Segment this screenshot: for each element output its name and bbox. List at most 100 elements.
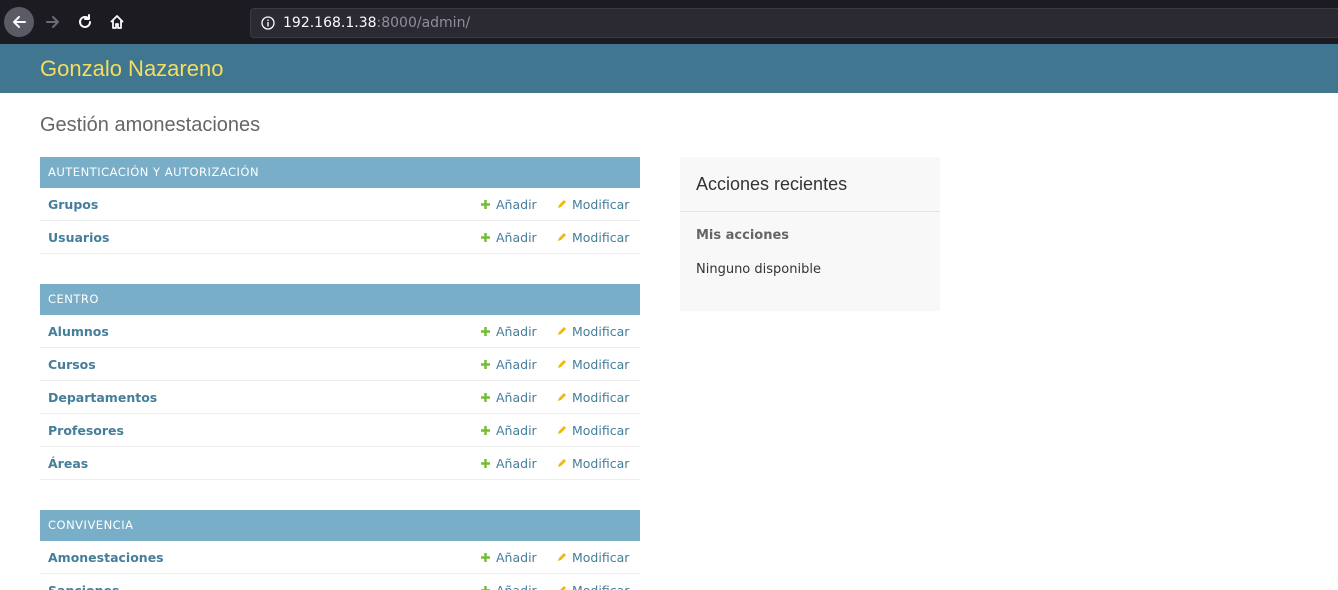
model-link[interactable]: Sanciones: [48, 583, 119, 590]
add-button[interactable]: Añadir: [480, 550, 537, 565]
add-label: Añadir: [496, 423, 537, 438]
model-link[interactable]: Amonestaciones: [48, 550, 164, 565]
add-button[interactable]: Añadir: [480, 423, 537, 438]
forward-button[interactable]: [38, 7, 68, 37]
recent-actions-panel: Acciones recientes Mis acciones Ninguno …: [680, 157, 940, 311]
plus-icon: [481, 586, 490, 590]
no-actions-text: Ninguno disponible: [696, 262, 821, 277]
arrow-left-icon: [13, 16, 26, 28]
add-button[interactable]: Añadir: [480, 197, 537, 212]
add-label: Añadir: [496, 197, 537, 212]
arrow-right-icon: [46, 16, 59, 28]
change-label: Modificar: [572, 324, 630, 339]
change-button[interactable]: Modificar: [556, 324, 629, 339]
back-button[interactable]: [4, 7, 34, 37]
info-icon[interactable]: [261, 16, 275, 30]
add-button[interactable]: Añadir: [480, 456, 537, 471]
change-button[interactable]: Modificar: [556, 390, 629, 405]
module-caption[interactable]: Convivencia: [40, 510, 640, 541]
add-label: Añadir: [496, 357, 537, 372]
model-link[interactable]: Alumnos: [48, 324, 109, 339]
model-row: Profesores Añadir Modificar: [40, 414, 640, 447]
change-button[interactable]: Modificar: [556, 357, 629, 372]
model-link[interactable]: Grupos: [48, 197, 98, 212]
model-row: Grupos Añadir Modificar: [40, 188, 640, 221]
change-button[interactable]: Modificar: [556, 550, 629, 565]
add-label: Añadir: [496, 583, 537, 590]
site-name[interactable]: Gonzalo Nazareno: [40, 56, 223, 82]
change-button[interactable]: Modificar: [556, 583, 629, 590]
plus-icon: [481, 393, 490, 402]
change-label: Modificar: [572, 550, 630, 565]
module-caption[interactable]: Centro: [40, 284, 640, 315]
recent-actions-title: Acciones recientes: [696, 174, 848, 194]
url-path: :8000/admin/: [376, 15, 471, 31]
model-row: Cursos Añadir Modificar: [40, 348, 640, 381]
change-label: Modificar: [572, 357, 630, 372]
model-link[interactable]: Áreas: [48, 456, 88, 471]
model-link[interactable]: Cursos: [48, 357, 96, 372]
model-link[interactable]: Profesores: [48, 423, 124, 438]
plus-icon: [481, 200, 490, 209]
pencil-icon: [558, 200, 566, 208]
add-label: Añadir: [496, 456, 537, 471]
change-label: Modificar: [572, 197, 630, 212]
home-icon: [110, 15, 124, 29]
plus-icon: [481, 233, 490, 242]
change-button[interactable]: Modificar: [556, 423, 629, 438]
change-button[interactable]: Modificar: [556, 197, 629, 212]
model-row: Amonestaciones Añadir Modificar: [40, 541, 640, 574]
module-caption[interactable]: Autenticación y autorización: [40, 157, 640, 188]
plus-icon: [481, 553, 490, 562]
add-button[interactable]: Añadir: [480, 357, 537, 372]
model-link[interactable]: Usuarios: [48, 230, 109, 245]
change-label: Modificar: [572, 456, 630, 471]
page-title: Gestión amonestaciones: [40, 114, 261, 136]
reload-button[interactable]: [70, 7, 100, 37]
model-row: Alumnos Añadir Modificar: [40, 315, 640, 348]
add-label: Añadir: [496, 550, 537, 565]
reload-icon: [79, 14, 91, 28]
my-actions-heading: Mis acciones: [696, 228, 790, 243]
model-row: Usuarios Añadir Modificar: [40, 221, 640, 254]
pencil-icon: [558, 327, 566, 335]
pencil-icon: [560, 586, 566, 590]
plus-icon: [481, 459, 490, 468]
url-bar[interactable]: 192.168.1.38:8000/admin/: [250, 8, 1338, 38]
browser-toolbar: 192.168.1.38:8000/admin/: [0, 0, 1338, 44]
pencil-icon: [558, 360, 566, 368]
home-button[interactable]: [102, 7, 132, 37]
pencil-icon: [558, 426, 566, 434]
change-label: Modificar: [572, 583, 629, 590]
change-button[interactable]: Modificar: [556, 456, 629, 471]
model-row: Áreas Añadir Modificar: [40, 447, 640, 480]
pencil-icon: [558, 459, 566, 467]
module-0: Autenticación y autorización Grupos Añadir…: [40, 157, 640, 254]
module-2: Convivencia Amonestaciones Añadir Modificar…: [40, 510, 640, 590]
add-button[interactable]: Añadir: [480, 324, 537, 339]
change-label: Modificar: [572, 423, 630, 438]
divider: [680, 211, 940, 212]
change-button[interactable]: Modificar: [556, 230, 629, 245]
change-label: Modificar: [572, 390, 630, 405]
add-button[interactable]: Añadir: [480, 230, 537, 245]
model-row: Departamentos Añadir Modificar: [40, 381, 640, 414]
add-label: Añadir: [496, 324, 537, 339]
change-label: Modificar: [572, 230, 630, 245]
plus-icon: [481, 426, 490, 435]
plus-icon: [481, 360, 490, 369]
model-row: Sanciones Añadir Modificar: [40, 574, 640, 590]
add-label: Añadir: [496, 390, 537, 405]
url-text: 192.168.1.38:8000/admin/: [283, 15, 470, 31]
pencil-icon: [558, 553, 566, 561]
add-button[interactable]: Añadir: [480, 390, 537, 405]
module-1: Centro Alumnos Añadir Modificar Cursos Añadir…: [40, 284, 640, 480]
pencil-icon: [558, 393, 566, 401]
add-label: Añadir: [496, 230, 537, 245]
url-host: 192.168.1.38: [283, 15, 377, 31]
plus-icon: [481, 327, 490, 336]
pencil-icon: [558, 233, 566, 241]
model-link[interactable]: Departamentos: [48, 390, 157, 405]
admin-header: Gonzalo Nazareno: [0, 44, 1338, 93]
add-button[interactable]: Añadir: [480, 583, 537, 590]
